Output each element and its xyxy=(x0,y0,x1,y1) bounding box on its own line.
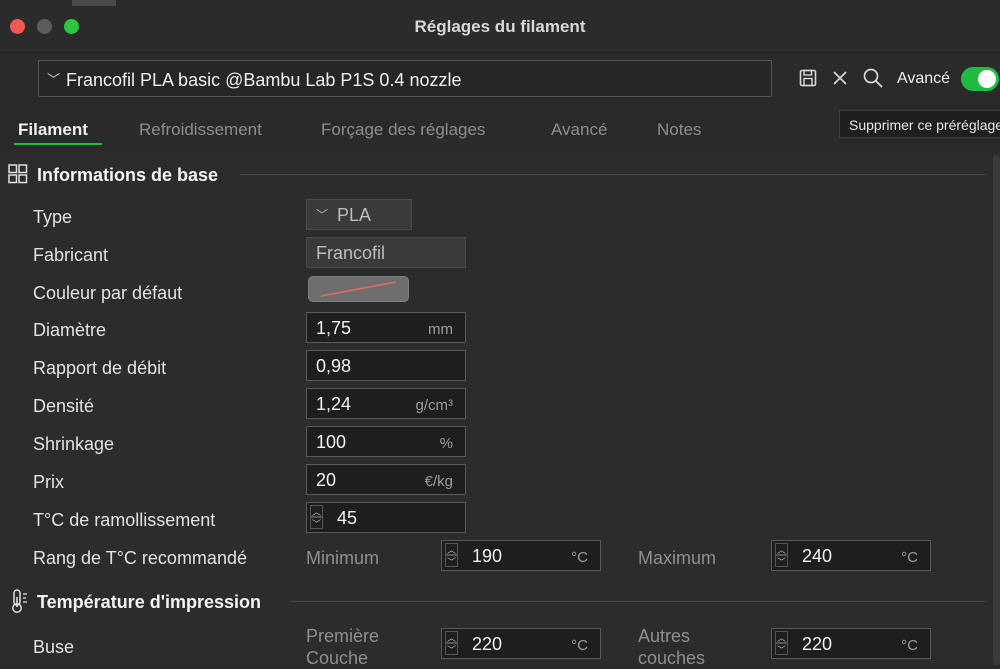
softening-temp-spinner[interactable]: ︿ ﹀ 45 xyxy=(306,502,466,533)
temp-range-max-unit: °C xyxy=(901,549,918,566)
price-input[interactable]: 20 €/kg xyxy=(306,464,466,495)
shrinkage-input[interactable]: 100 % xyxy=(306,426,466,457)
toggle-knob xyxy=(978,70,996,88)
other-layers-temp-unit: °C xyxy=(901,637,918,654)
settings-panel xyxy=(0,150,1000,665)
spin-up-icon[interactable]: ︿ xyxy=(775,543,788,555)
spinner-arrows[interactable]: ︿ ﹀ xyxy=(445,631,458,656)
first-layer-temp-value: 220 xyxy=(472,634,503,654)
flow-ratio-label: Rapport de débit xyxy=(33,358,167,378)
spin-up-icon[interactable]: ︿ xyxy=(775,631,788,643)
spin-down-icon[interactable]: ﹀ xyxy=(445,555,458,567)
section-title-print-temp: Température d'impression xyxy=(37,592,262,612)
spin-up-icon[interactable]: ︿ xyxy=(445,631,458,643)
save-icon[interactable] xyxy=(797,66,821,90)
first-layer-label: Première Couche xyxy=(306,625,379,669)
shrinkage-unit: % xyxy=(439,435,453,452)
temp-range-max-label: Maximum xyxy=(638,548,717,568)
flow-ratio-input[interactable]: 0,98 xyxy=(306,350,466,381)
temp-range-min-spinner[interactable]: ︿ ﹀ 190 °C xyxy=(441,540,601,571)
search-icon[interactable] xyxy=(861,66,885,90)
delete-preset-icon[interactable] xyxy=(828,66,852,90)
diameter-value: 1,75 xyxy=(316,318,352,338)
type-dropdown[interactable]: ﹀ PLA xyxy=(306,199,412,230)
spin-down-icon[interactable]: ﹀ xyxy=(445,643,458,655)
temp-range-max-spinner[interactable]: ︿ ﹀ 240 °C xyxy=(771,540,931,571)
thermometer-icon xyxy=(9,588,31,614)
temp-range-min-label: Minimum xyxy=(306,548,380,568)
softening-temp-value: 45 xyxy=(337,508,358,528)
tab-notes[interactable]: Notes xyxy=(657,120,701,140)
price-label: Prix xyxy=(33,472,64,492)
default-color-label: Couleur par défaut xyxy=(33,283,183,303)
spin-down-icon[interactable]: ﹀ xyxy=(775,643,788,655)
tooltip: Supprimer ce préréglage xyxy=(839,110,1000,138)
grid-icon xyxy=(8,164,28,184)
tab-cooling[interactable]: Refroidissement xyxy=(139,120,262,140)
default-color-swatch[interactable] xyxy=(308,276,409,302)
type-value: PLA xyxy=(337,205,372,225)
temp-range-min-value: 190 xyxy=(472,546,503,566)
density-value: 1,24 xyxy=(316,394,352,414)
spin-up-icon[interactable]: ︿ xyxy=(445,543,458,555)
softening-temp-label: T°C de ramollissement xyxy=(33,510,216,530)
active-tab-indicator xyxy=(14,143,102,145)
preset-dropdown[interactable]: ﹀ Francofil PLA basic @Bambu Lab P1S 0.4… xyxy=(38,60,772,97)
other-layers-label: Autres couches xyxy=(638,625,705,669)
chevron-down-icon: ﹀ xyxy=(47,72,61,87)
other-layers-label-line2: couches xyxy=(638,648,706,668)
other-layers-temp-spinner[interactable]: ︿ ﹀ 220 °C xyxy=(771,628,931,659)
density-label: Densité xyxy=(33,396,95,416)
vendor-value: Francofil xyxy=(316,243,386,263)
first-layer-label-line1: Première xyxy=(306,626,380,646)
vendor-field[interactable]: Francofil xyxy=(306,237,466,268)
temp-range-min-unit: °C xyxy=(571,549,588,566)
tooltip-text: Supprimer ce préréglage xyxy=(849,117,1000,133)
spinner-arrows[interactable]: ︿ ﹀ xyxy=(445,543,458,568)
spin-down-icon[interactable]: ﹀ xyxy=(775,555,788,567)
tab-advanced[interactable]: Avancé xyxy=(551,120,607,140)
price-unit: €/kg xyxy=(424,473,453,490)
shrinkage-value: 100 xyxy=(316,432,347,452)
preset-selected-value: Francofil PLA basic @Bambu Lab P1S 0.4 n… xyxy=(66,70,462,90)
title-bar: Réglages du filament xyxy=(0,0,1000,53)
first-layer-label-line2: Couche xyxy=(306,648,369,668)
window-title: Réglages du filament xyxy=(414,17,586,36)
vendor-label: Fabricant xyxy=(33,245,109,265)
diameter-input[interactable]: 1,75 mm xyxy=(306,312,466,343)
density-input[interactable]: 1,24 g/cm³ xyxy=(306,388,466,419)
diameter-label: Diamètre xyxy=(33,320,107,340)
price-value: 20 xyxy=(316,470,337,490)
temp-range-max-value: 240 xyxy=(802,546,833,566)
section-divider xyxy=(240,174,986,175)
spinner-arrows[interactable]: ︿ ﹀ xyxy=(775,543,788,568)
spinner-arrows[interactable]: ︿ ﹀ xyxy=(775,631,788,656)
tab-setting-overrides[interactable]: Forçage des réglages xyxy=(321,120,485,140)
first-layer-temp-spinner[interactable]: ︿ ﹀ 220 °C xyxy=(441,628,601,659)
other-layers-label-line1: Autres xyxy=(638,626,691,646)
section-divider xyxy=(290,601,986,602)
nozzle-label: Buse xyxy=(33,637,75,657)
advanced-mode-toggle[interactable] xyxy=(961,67,999,91)
section-title-basic-info: Informations de base xyxy=(37,165,219,185)
spin-up-icon[interactable]: ︿ xyxy=(310,505,323,517)
diameter-unit: mm xyxy=(428,321,453,338)
spin-down-icon[interactable]: ﹀ xyxy=(310,517,323,529)
flow-ratio-value: 0,98 xyxy=(316,356,352,376)
other-layers-temp-value: 220 xyxy=(802,634,833,654)
window-strip xyxy=(72,0,116,6)
chevron-down-icon: ﹀ xyxy=(316,208,329,222)
density-unit: g/cm³ xyxy=(415,397,454,414)
advanced-mode-label: Avancé xyxy=(897,70,951,87)
spinner-arrows[interactable]: ︿ ﹀ xyxy=(310,505,323,530)
temp-range-label: Rang de T°C recommandé xyxy=(33,548,247,568)
scrollbar[interactable] xyxy=(993,155,1000,665)
first-layer-temp-unit: °C xyxy=(571,637,588,654)
tab-filament[interactable]: Filament xyxy=(18,120,88,140)
shrinkage-label: Shrinkage xyxy=(33,434,115,454)
type-label: Type xyxy=(33,207,73,227)
